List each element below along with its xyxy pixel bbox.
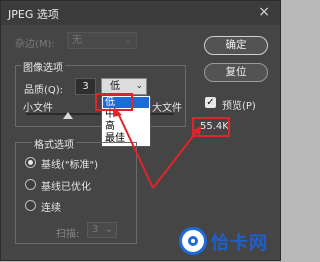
- scans-label: 扫描:: [56, 229, 80, 240]
- scans-value: 3: [92, 224, 99, 235]
- annotation-arrow-to-filesize: [152, 130, 198, 189]
- image-options-title: 图像选项: [21, 59, 65, 74]
- quality-slider[interactable]: [26, 113, 174, 115]
- close-icon[interactable]: ×: [258, 4, 270, 20]
- annotation-box-filesize: [192, 117, 230, 137]
- radio-label-baseline-standard: 基线("标准"): [41, 160, 99, 171]
- matte-select: 无 ⌄: [67, 32, 137, 49]
- preview-label: 预览(P): [222, 101, 256, 112]
- radio-label-progressive: 连续: [41, 203, 61, 214]
- radio-label-baseline-optimized: 基线已优化: [41, 182, 91, 193]
- chevron-down-icon: ⌄: [135, 81, 143, 91]
- scans-select: 3 ⌄: [87, 222, 117, 238]
- radio-baseline-standard[interactable]: [25, 157, 36, 168]
- ok-button[interactable]: 确定: [204, 36, 268, 55]
- reset-button[interactable]: 复位: [204, 63, 268, 82]
- large-file-label: 大文件: [152, 103, 182, 114]
- quality-select-value: 低: [110, 81, 120, 92]
- title-bar: JPEG 选项 ×: [1, 1, 280, 25]
- small-file-label: 小文件: [23, 103, 53, 114]
- radio-progressive[interactable]: [25, 200, 36, 211]
- quality-label: 品质(Q):: [24, 85, 64, 96]
- format-options-title: 格式选项: [32, 136, 76, 151]
- preview-checkbox[interactable]: ✓: [205, 97, 216, 108]
- matte-label: 杂边(M):: [15, 39, 55, 50]
- watermark-logo-icon: [179, 227, 207, 255]
- chevron-down-icon: ⌄: [104, 224, 113, 235]
- matte-value: 无: [72, 35, 82, 46]
- jpeg-options-dialog: JPEG 选项 × 杂边(M): 无 ⌄ 确定 复位 图像选项 品质(Q): 3…: [0, 0, 281, 261]
- dropdown-option-medium[interactable]: 中: [105, 110, 115, 120]
- watermark-text: 恰卡网: [211, 233, 268, 254]
- annotation-box-quality: [95, 93, 133, 111]
- quality-slider-thumb[interactable]: [63, 112, 73, 119]
- dropdown-option-high[interactable]: 高: [105, 122, 115, 132]
- chevron-down-icon: ⌄: [123, 35, 132, 46]
- dialog-title: JPEG 选项: [8, 8, 59, 21]
- quality-input[interactable]: 3: [75, 78, 96, 95]
- watermark-logo: 恰卡网: [177, 223, 280, 259]
- radio-baseline-optimized[interactable]: [25, 179, 36, 190]
